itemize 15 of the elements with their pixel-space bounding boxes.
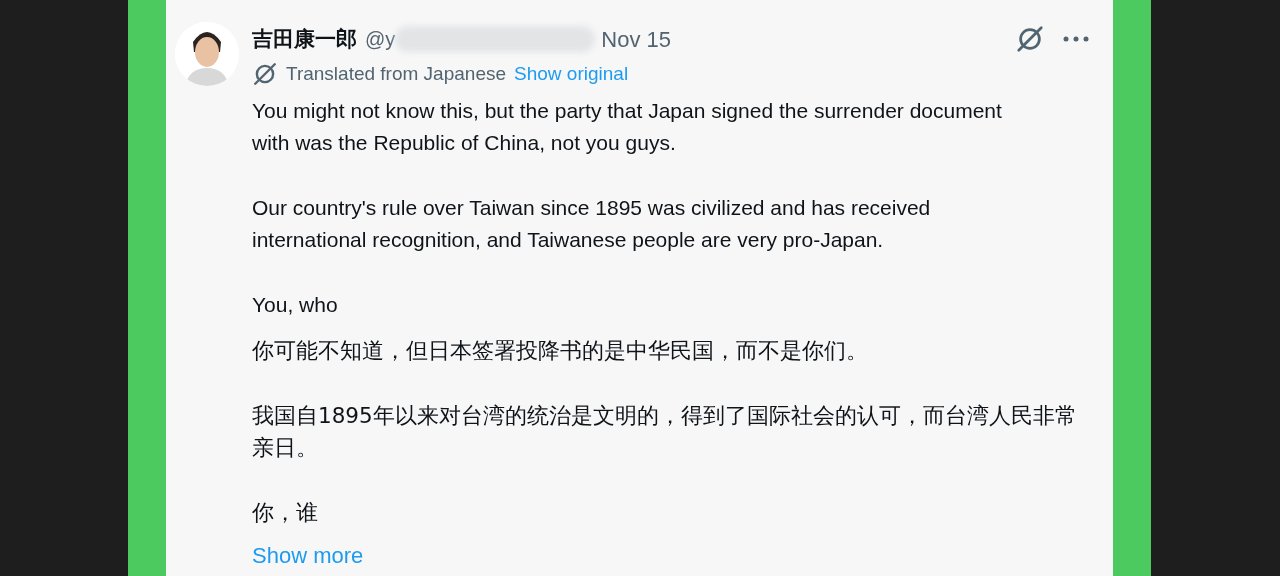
show-original-link[interactable]: Show original [514,60,629,89]
post-text: You, who [252,291,339,318]
post-text: 我国自1895年以来对台湾的统治是文明的，得到了国际社会的认可，而台湾人民非常亲日。 [252,401,1078,462]
translate-icon [1015,24,1045,54]
author-handle: @y [365,27,396,52]
post-text: 你，谁 [252,498,319,527]
post-text: 你可能不知道，但日本签署投降书的是中华民国，而不是你们。 [252,336,869,365]
post-text: Our country's rule over Taiwan since 1895 was civilized and has received international recognition, and Taiwanese people are very pro-Japan. [252,194,932,253]
translate-icon [252,61,278,88]
author-name[interactable]: 吉田康一郎 [252,23,357,55]
post-text: You might not know this, but the party that Japan signed the surrender document with was the Republic of China, not you guys. [252,97,1003,156]
post-date: Nov 15 [601,25,672,54]
show-more-link[interactable]: Show more [252,538,1089,572]
translation-label: Translated from Japanese [286,62,507,86]
more-icon[interactable] [1063,35,1089,43]
